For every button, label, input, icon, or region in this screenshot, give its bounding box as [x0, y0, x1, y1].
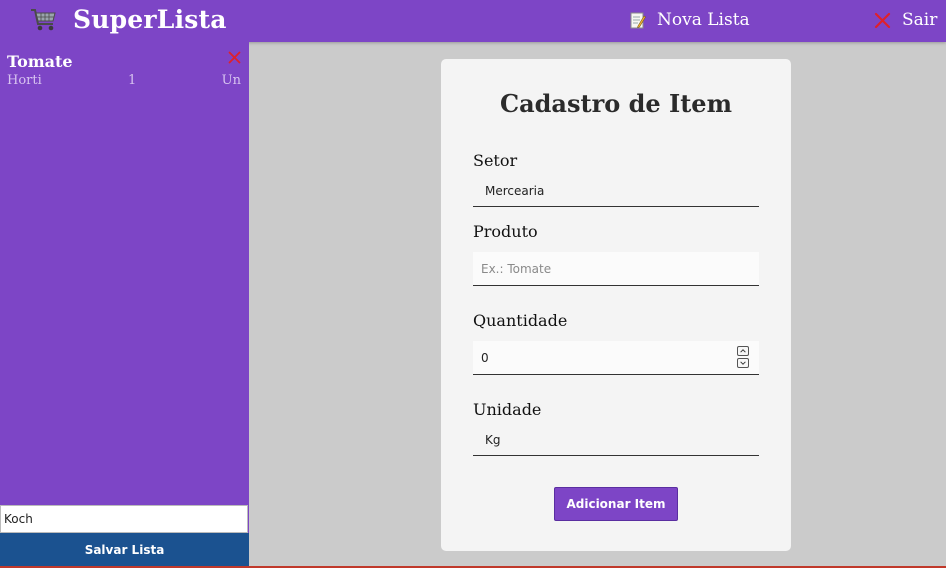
list-item: Tomate Horti 1 Un	[7, 51, 241, 91]
product-label: Produto	[473, 222, 538, 241]
unit-label: Unidade	[473, 400, 542, 419]
sector-label: Setor	[473, 151, 518, 170]
quantity-label: Quantidade	[473, 311, 568, 330]
new-list-button[interactable]: Nova Lista	[630, 8, 750, 32]
chevron-down-icon[interactable]	[737, 358, 749, 368]
quantity-stepper[interactable]	[737, 346, 750, 370]
item-details: Horti 1 Un	[7, 73, 241, 91]
form-title: Cadastro de Item	[500, 89, 732, 118]
remove-item-icon[interactable]	[228, 51, 241, 64]
exit-button[interactable]: Sair	[874, 8, 937, 32]
list-name-input[interactable]	[0, 505, 248, 533]
chevron-up-icon[interactable]	[737, 346, 749, 356]
unit-select[interactable]: Kg	[473, 424, 759, 456]
item-name: Tomate	[7, 52, 73, 71]
add-item-button[interactable]: Adicionar Item	[554, 487, 678, 521]
new-list-label: Nova Lista	[657, 10, 750, 30]
item-quantity: 1	[128, 73, 137, 88]
item-sector: Horti	[7, 73, 42, 88]
app-title: SuperLista	[73, 5, 227, 34]
shopping-cart-icon	[31, 9, 56, 31]
item-unit: Un	[221, 73, 241, 88]
exit-label: Sair	[902, 10, 938, 30]
close-x-icon	[874, 12, 891, 28]
save-list-button[interactable]: Salvar Lista	[0, 533, 249, 567]
quantity-input[interactable]	[473, 341, 759, 375]
product-input[interactable]	[473, 252, 759, 286]
top-bar: SuperLista Nova Lista Sair	[0, 0, 946, 42]
item-form-card: Cadastro de Item Setor Mercearia Produto…	[441, 59, 791, 551]
memo-icon	[630, 12, 646, 28]
shopping-list-sidebar: Tomate Horti 1 Un	[0, 42, 249, 568]
sector-select[interactable]: Mercearia	[473, 175, 759, 207]
